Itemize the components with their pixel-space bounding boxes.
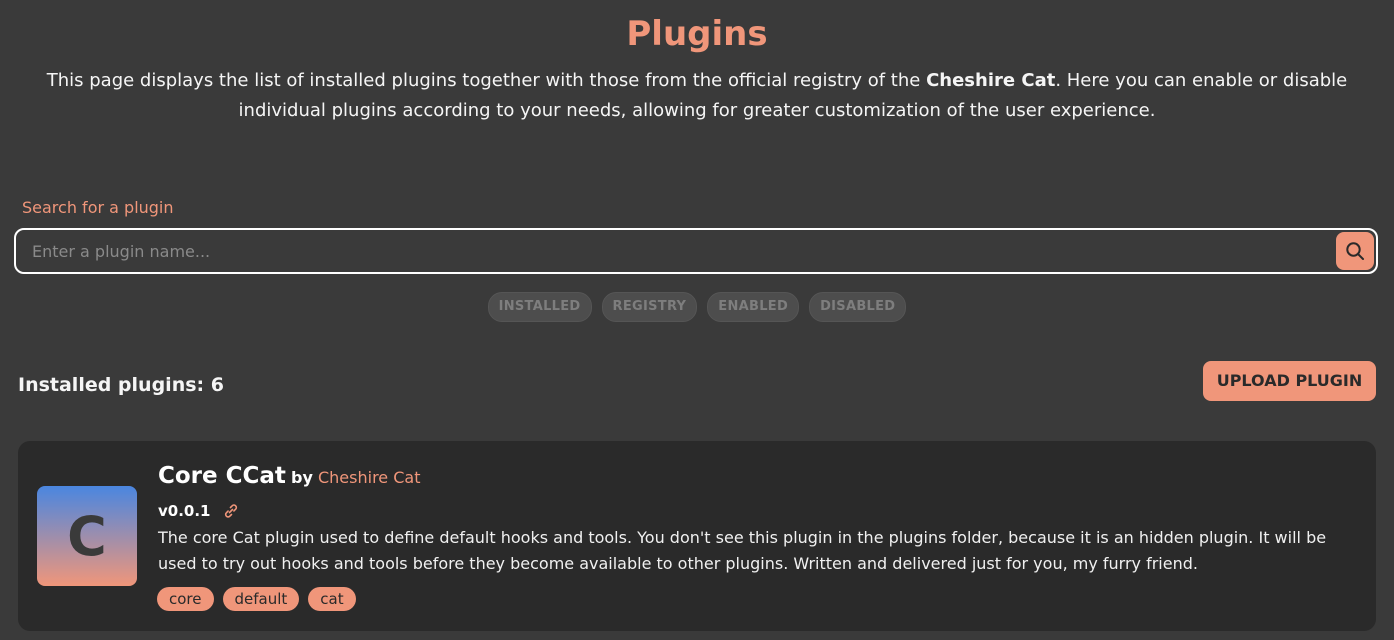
filter-chips: INSTALLED REGISTRY ENABLED DISABLED: [0, 292, 1394, 322]
plugins-page: Plugins This page displays the list of i…: [0, 0, 1394, 640]
plugin-author-link[interactable]: Cheshire Cat: [318, 468, 420, 487]
intro-brand: Cheshire Cat: [926, 70, 1056, 91]
filter-enabled[interactable]: ENABLED: [707, 292, 800, 322]
plugin-name: Core CCat: [158, 463, 286, 489]
search-label: Search for a plugin: [22, 198, 174, 217]
link-icon[interactable]: [223, 503, 239, 519]
search-box: [14, 228, 1378, 274]
tag-core: core: [157, 587, 214, 611]
page-title: Plugins: [626, 14, 768, 54]
installed-plugins-count: Installed plugins: 6: [18, 374, 224, 396]
filter-disabled[interactable]: DISABLED: [809, 292, 907, 322]
page-intro: This page displays the list of installed…: [40, 66, 1354, 126]
intro-text-start: This page displays the list of installed…: [46, 70, 927, 91]
plugin-logo: C: [37, 486, 137, 586]
plugin-card: C Core CCat by Cheshire Cat v0.0.1 The c…: [18, 441, 1376, 631]
plugin-header: Core CCat by Cheshire Cat: [158, 463, 420, 489]
plugin-description: The core Cat plugin used to define defau…: [158, 528, 1327, 573]
search-button[interactable]: [1336, 232, 1374, 270]
plugin-tags: core default cat: [157, 587, 356, 611]
filter-registry[interactable]: REGISTRY: [601, 292, 698, 322]
search-icon: [1345, 241, 1365, 261]
search-input[interactable]: [16, 230, 1326, 272]
tag-cat: cat: [308, 587, 356, 611]
filter-installed[interactable]: INSTALLED: [487, 292, 592, 322]
upload-plugin-button[interactable]: UPLOAD PLUGIN: [1203, 361, 1376, 401]
tag-default: default: [222, 587, 300, 611]
plugin-version: v0.0.1: [158, 502, 211, 520]
plugin-version-row: v0.0.1: [158, 502, 239, 520]
plugin-by: by: [291, 468, 313, 487]
